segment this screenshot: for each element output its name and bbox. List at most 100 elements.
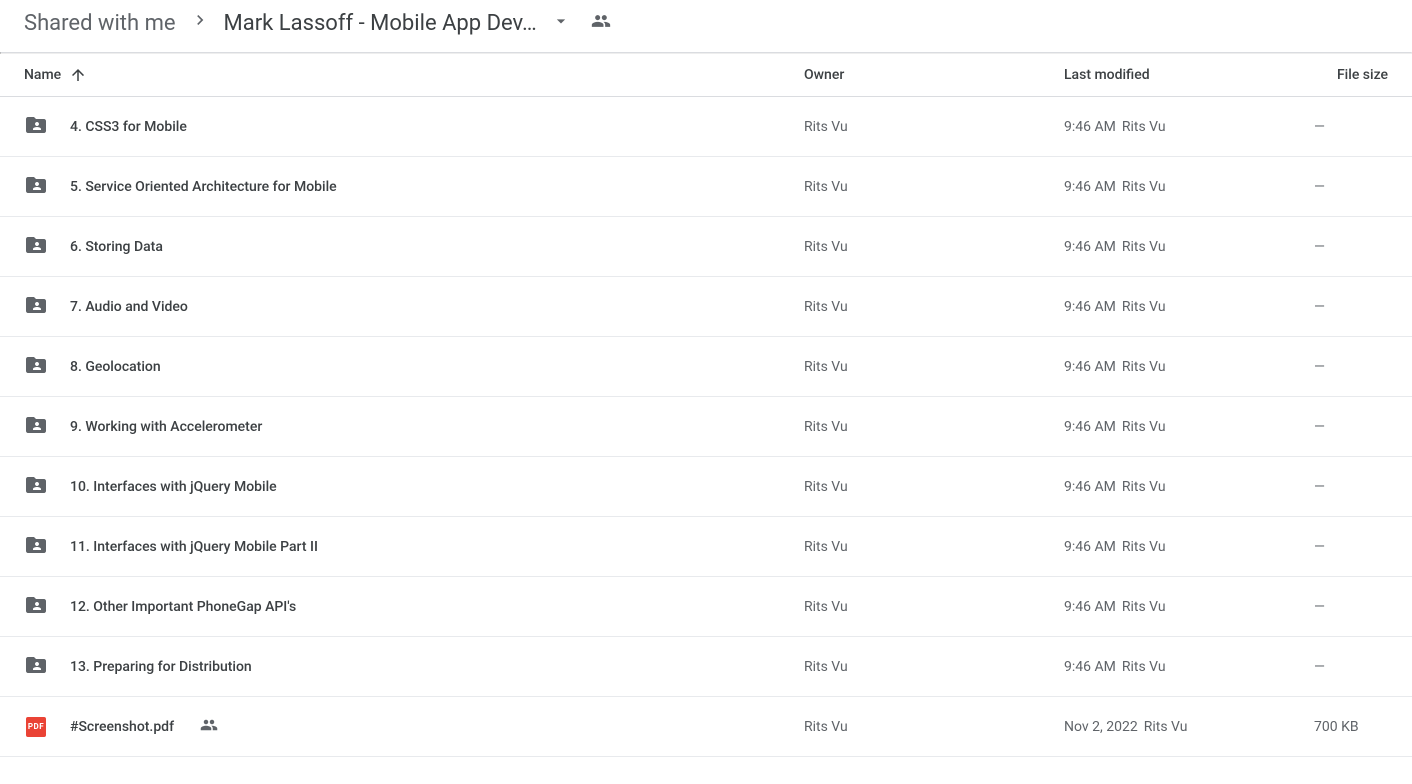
name-cell: 7. Audio and Video [24,293,804,321]
modified-time: 9:46 AM [1064,419,1116,435]
shared-folder-icon [24,113,48,141]
file-name: 6. Storing Data [70,239,163,255]
modified-time: 9:46 AM [1064,599,1116,615]
modified-time: 9:46 AM [1064,179,1116,195]
shared-folder-icon [24,353,48,381]
modified-time: 9:46 AM [1064,239,1116,255]
breadcrumb-current-folder[interactable]: Mark Lassoff - Mobile App Dev… [224,11,537,36]
modified-cell: 9:46 AMRits Vu [1064,299,1314,315]
modified-cell: 9:46 AM Rits Vu [1064,179,1314,195]
owner-cell: Rits Vu [804,359,1064,375]
modified-cell: Nov 2, 2022 Rits Vu [1064,719,1314,735]
file-row[interactable]: 12. Other Important PhoneGap API'sRits V… [0,577,1412,637]
size-cell: — [1314,179,1388,195]
modified-by: Rits Vu [1122,119,1166,135]
modified-cell: 9:46 AM Rits Vu [1064,119,1314,135]
modified-by: Rits Vu [1122,179,1166,195]
file-name: 13. Preparing for Distribution [70,659,252,675]
name-cell: 11. Interfaces with jQuery Mobile Part I… [24,533,804,561]
column-header-modified[interactable]: Last modified [1064,67,1314,83]
modified-by: Rits Vu [1122,599,1166,615]
modified-cell: 9:46 AM Rits Vu [1064,599,1314,615]
file-row[interactable]: 13. Preparing for DistributionRits Vu9:4… [0,637,1412,697]
pdf-icon: PDF [26,717,46,737]
column-header-name[interactable]: Name [24,66,804,84]
shared-folder-icon [24,593,48,621]
caret-down-icon[interactable] [551,11,571,35]
name-cell: PDF #Screenshot.pdf [24,716,804,738]
file-name: 10. Interfaces with jQuery Mobile [70,479,277,495]
modified-cell: 9:46 AMRits Vu [1064,359,1314,375]
shared-folder-icon [24,413,48,441]
file-name: 5. Service Oriented Architecture for Mob… [70,179,337,195]
shared-folder-icon [24,233,48,261]
name-cell: 8. Geolocation [24,353,804,381]
chevron-right-icon [184,10,216,36]
shared-icon [200,716,218,738]
owner-cell: Rits Vu [804,659,1064,675]
people-icon[interactable] [591,11,611,35]
owner-cell: Rits Vu [804,539,1064,555]
modified-time: Nov 2, 2022 [1064,719,1138,735]
file-row[interactable]: 6. Storing DataRits Vu9:46 AMRits Vu— [0,217,1412,277]
modified-by: Rits Vu [1122,359,1166,375]
modified-by: Rits Vu [1122,659,1166,675]
file-name: 7. Audio and Video [70,299,188,315]
modified-time: 9:46 AM [1064,539,1116,555]
owner-cell: Rits Vu [804,119,1064,135]
file-row[interactable]: PDF #Screenshot.pdf Rits VuNov 2, 2022 Rits… [0,697,1412,757]
file-name: 8. Geolocation [70,359,161,375]
column-header-size[interactable]: File size [1314,67,1388,83]
modified-by: Rits Vu [1122,299,1166,315]
file-name: 11. Interfaces with jQuery Mobile Part I… [70,539,318,555]
modified-time: 9:46 AM [1064,119,1116,135]
breadcrumb-root[interactable]: Shared with me [24,11,176,36]
file-row[interactable]: 4. CSS3 for MobileRits Vu9:46 AMRits Vu— [0,97,1412,157]
size-cell: — [1314,539,1388,555]
file-name: #Screenshot.pdf [70,719,174,735]
modified-cell: 9:46 AMRits Vu [1064,479,1314,495]
name-cell: 4. CSS3 for Mobile [24,113,804,141]
modified-cell: 9:46 AM Rits Vu [1064,659,1314,675]
owner-cell: Rits Vu [804,479,1064,495]
file-row[interactable]: 10. Interfaces with jQuery Mobile Rits Vu… [0,457,1412,517]
shared-folder-icon [24,653,48,681]
file-row[interactable]: 7. Audio and Video Rits Vu9:46 AMRits Vu— [0,277,1412,337]
modified-by: Rits Vu [1144,719,1188,735]
modified-by: Rits Vu [1122,479,1166,495]
size-cell: — [1314,119,1388,135]
column-header-owner[interactable]: Owner [804,67,1064,83]
size-cell: — [1314,299,1388,315]
size-cell: — [1314,419,1388,435]
shared-folder-icon [24,173,48,201]
file-row[interactable]: 8. Geolocation Rits Vu9:46 AMRits Vu— [0,337,1412,397]
modified-by: Rits Vu [1122,239,1166,255]
file-name: 4. CSS3 for Mobile [70,119,187,135]
modified-cell: 9:46 AM Rits Vu [1064,239,1314,255]
modified-by: Rits Vu [1122,539,1166,555]
name-cell: 9. Working with Accelerometer [24,413,804,441]
owner-cell: Rits Vu [804,599,1064,615]
file-row[interactable]: 9. Working with AccelerometerRits Vu9:46… [0,397,1412,457]
owner-cell: Rits Vu [804,179,1064,195]
sort-ascending-icon [69,66,87,84]
file-row[interactable]: 5. Service Oriented Architecture for Mob… [0,157,1412,217]
modified-by: Rits Vu [1122,419,1166,435]
breadcrumb: Shared with me Mark Lassoff - Mobile App… [0,0,1412,52]
modified-time: 9:46 AM [1064,659,1116,675]
owner-cell: Rits Vu [804,239,1064,255]
modified-cell: 9:46 AM Rits Vu [1064,539,1314,555]
column-header-name-label: Name [24,67,61,83]
modified-cell: 9:46 AM Rits Vu [1064,419,1314,435]
name-cell: 6. Storing Data [24,233,804,261]
name-cell: 12. Other Important PhoneGap API's [24,593,804,621]
size-cell: — [1314,239,1388,255]
name-cell: 13. Preparing for Distribution [24,653,804,681]
owner-cell: Rits Vu [804,299,1064,315]
size-cell: — [1314,359,1388,375]
file-row[interactable]: 11. Interfaces with jQuery Mobile Part I… [0,517,1412,577]
shared-folder-icon [24,533,48,561]
shared-folder-icon [24,473,48,501]
size-cell: — [1314,479,1388,495]
size-cell: 700 KB [1314,719,1388,735]
